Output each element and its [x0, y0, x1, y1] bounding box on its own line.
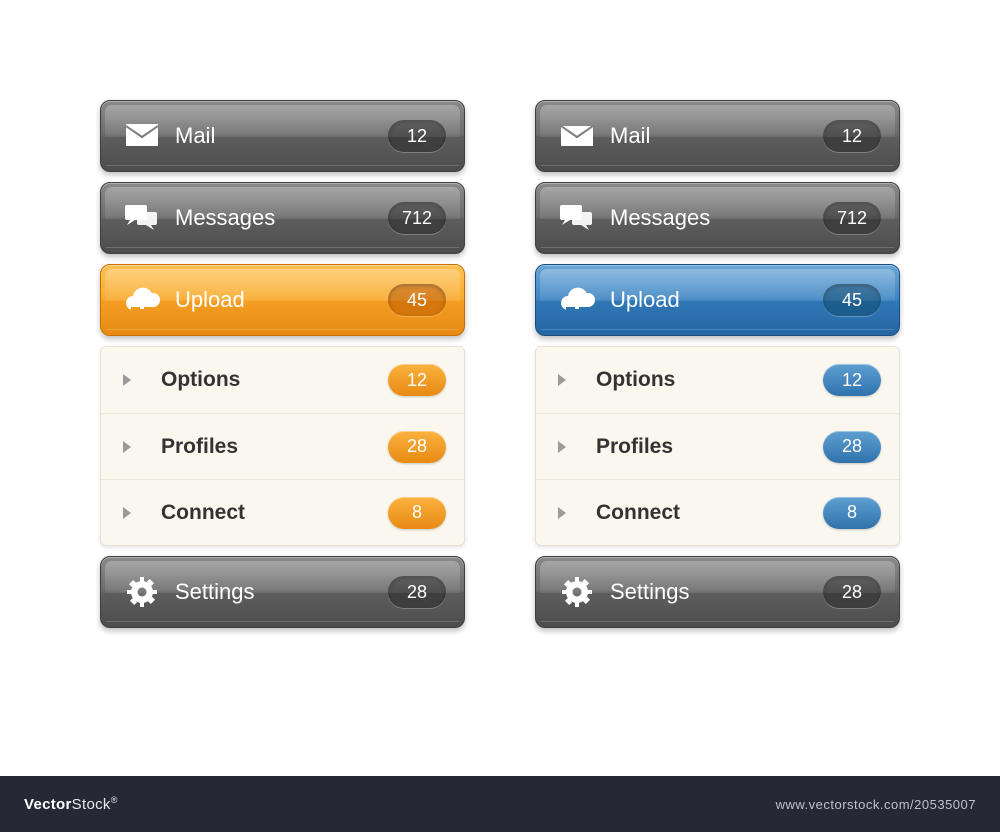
mail-icon [554, 124, 600, 148]
badge: 712 [388, 202, 446, 234]
submenu-item-label: Profiles [596, 435, 823, 459]
badge: 45 [388, 284, 446, 316]
submenu-item-connect[interactable]: Connect 8 [536, 479, 899, 545]
menu-item-upload[interactable]: Upload 45 [535, 264, 900, 336]
gear-icon [554, 577, 600, 607]
menu-item-label: Settings [610, 579, 823, 605]
mail-icon [119, 124, 165, 148]
chevron-right-icon [123, 374, 131, 386]
submenu-panel: Options 12 Profiles 28 Connect 8 [100, 346, 465, 546]
chevron-right-icon [123, 441, 131, 453]
menu-item-mail[interactable]: Mail 12 [535, 100, 900, 172]
footer-bar: VectorStock® www.vectorstock.com/2053500… [0, 776, 1000, 832]
menu-item-mail[interactable]: Mail 12 [100, 100, 465, 172]
menu-item-label: Messages [610, 205, 823, 231]
image-id: www.vectorstock.com/20535007 [776, 797, 976, 812]
badge: 28 [388, 576, 446, 608]
submenu-panel: Options 12 Profiles 28 Connect 8 [535, 346, 900, 546]
brand-part-a: Vector [24, 796, 72, 813]
menu-left: Mail 12 Messages 712 Upload 45 Options 1… [100, 100, 465, 628]
submenu-item-label: Connect [596, 501, 823, 525]
menu-item-label: Upload [610, 287, 823, 313]
messages-icon [119, 205, 165, 231]
badge: 28 [823, 576, 881, 608]
submenu-item-profiles[interactable]: Profiles 28 [536, 413, 899, 479]
submenu-item-label: Profiles [161, 435, 388, 459]
badge: 12 [823, 364, 881, 396]
messages-icon [554, 205, 600, 231]
gear-icon [119, 577, 165, 607]
submenu-item-connect[interactable]: Connect 8 [101, 479, 464, 545]
submenu-item-profiles[interactable]: Profiles 28 [101, 413, 464, 479]
cloud-upload-icon [119, 287, 165, 313]
menu-item-settings[interactable]: Settings 28 [535, 556, 900, 628]
menu-item-upload[interactable]: Upload 45 [100, 264, 465, 336]
menu-item-label: Settings [175, 579, 388, 605]
menu-item-label: Messages [175, 205, 388, 231]
menu-item-messages[interactable]: Messages 712 [535, 182, 900, 254]
submenu-item-options[interactable]: Options 12 [101, 347, 464, 413]
menu-item-label: Upload [175, 287, 388, 313]
submenu-item-label: Options [596, 368, 823, 392]
submenu-item-options[interactable]: Options 12 [536, 347, 899, 413]
badge: 28 [388, 431, 446, 463]
badge: 8 [823, 497, 881, 529]
menu-right: Mail 12 Messages 712 Upload 45 Options 1… [535, 100, 900, 628]
menu-item-label: Mail [175, 123, 388, 149]
chevron-right-icon [558, 441, 566, 453]
badge: 12 [388, 120, 446, 152]
badge: 12 [388, 364, 446, 396]
brand-logo: VectorStock® [24, 795, 118, 813]
badge: 8 [388, 497, 446, 529]
submenu-item-label: Options [161, 368, 388, 392]
brand-part-b: Stock [72, 796, 111, 813]
submenu-item-label: Connect [161, 501, 388, 525]
badge: 712 [823, 202, 881, 234]
chevron-right-icon [123, 507, 131, 519]
badge: 45 [823, 284, 881, 316]
chevron-right-icon [558, 507, 566, 519]
cloud-upload-icon [554, 287, 600, 313]
chevron-right-icon [558, 374, 566, 386]
badge: 28 [823, 431, 881, 463]
badge: 12 [823, 120, 881, 152]
menu-item-messages[interactable]: Messages 712 [100, 182, 465, 254]
menu-item-label: Mail [610, 123, 823, 149]
stage: Mail 12 Messages 712 Upload 45 Options 1… [0, 0, 1000, 628]
menu-item-settings[interactable]: Settings 28 [100, 556, 465, 628]
